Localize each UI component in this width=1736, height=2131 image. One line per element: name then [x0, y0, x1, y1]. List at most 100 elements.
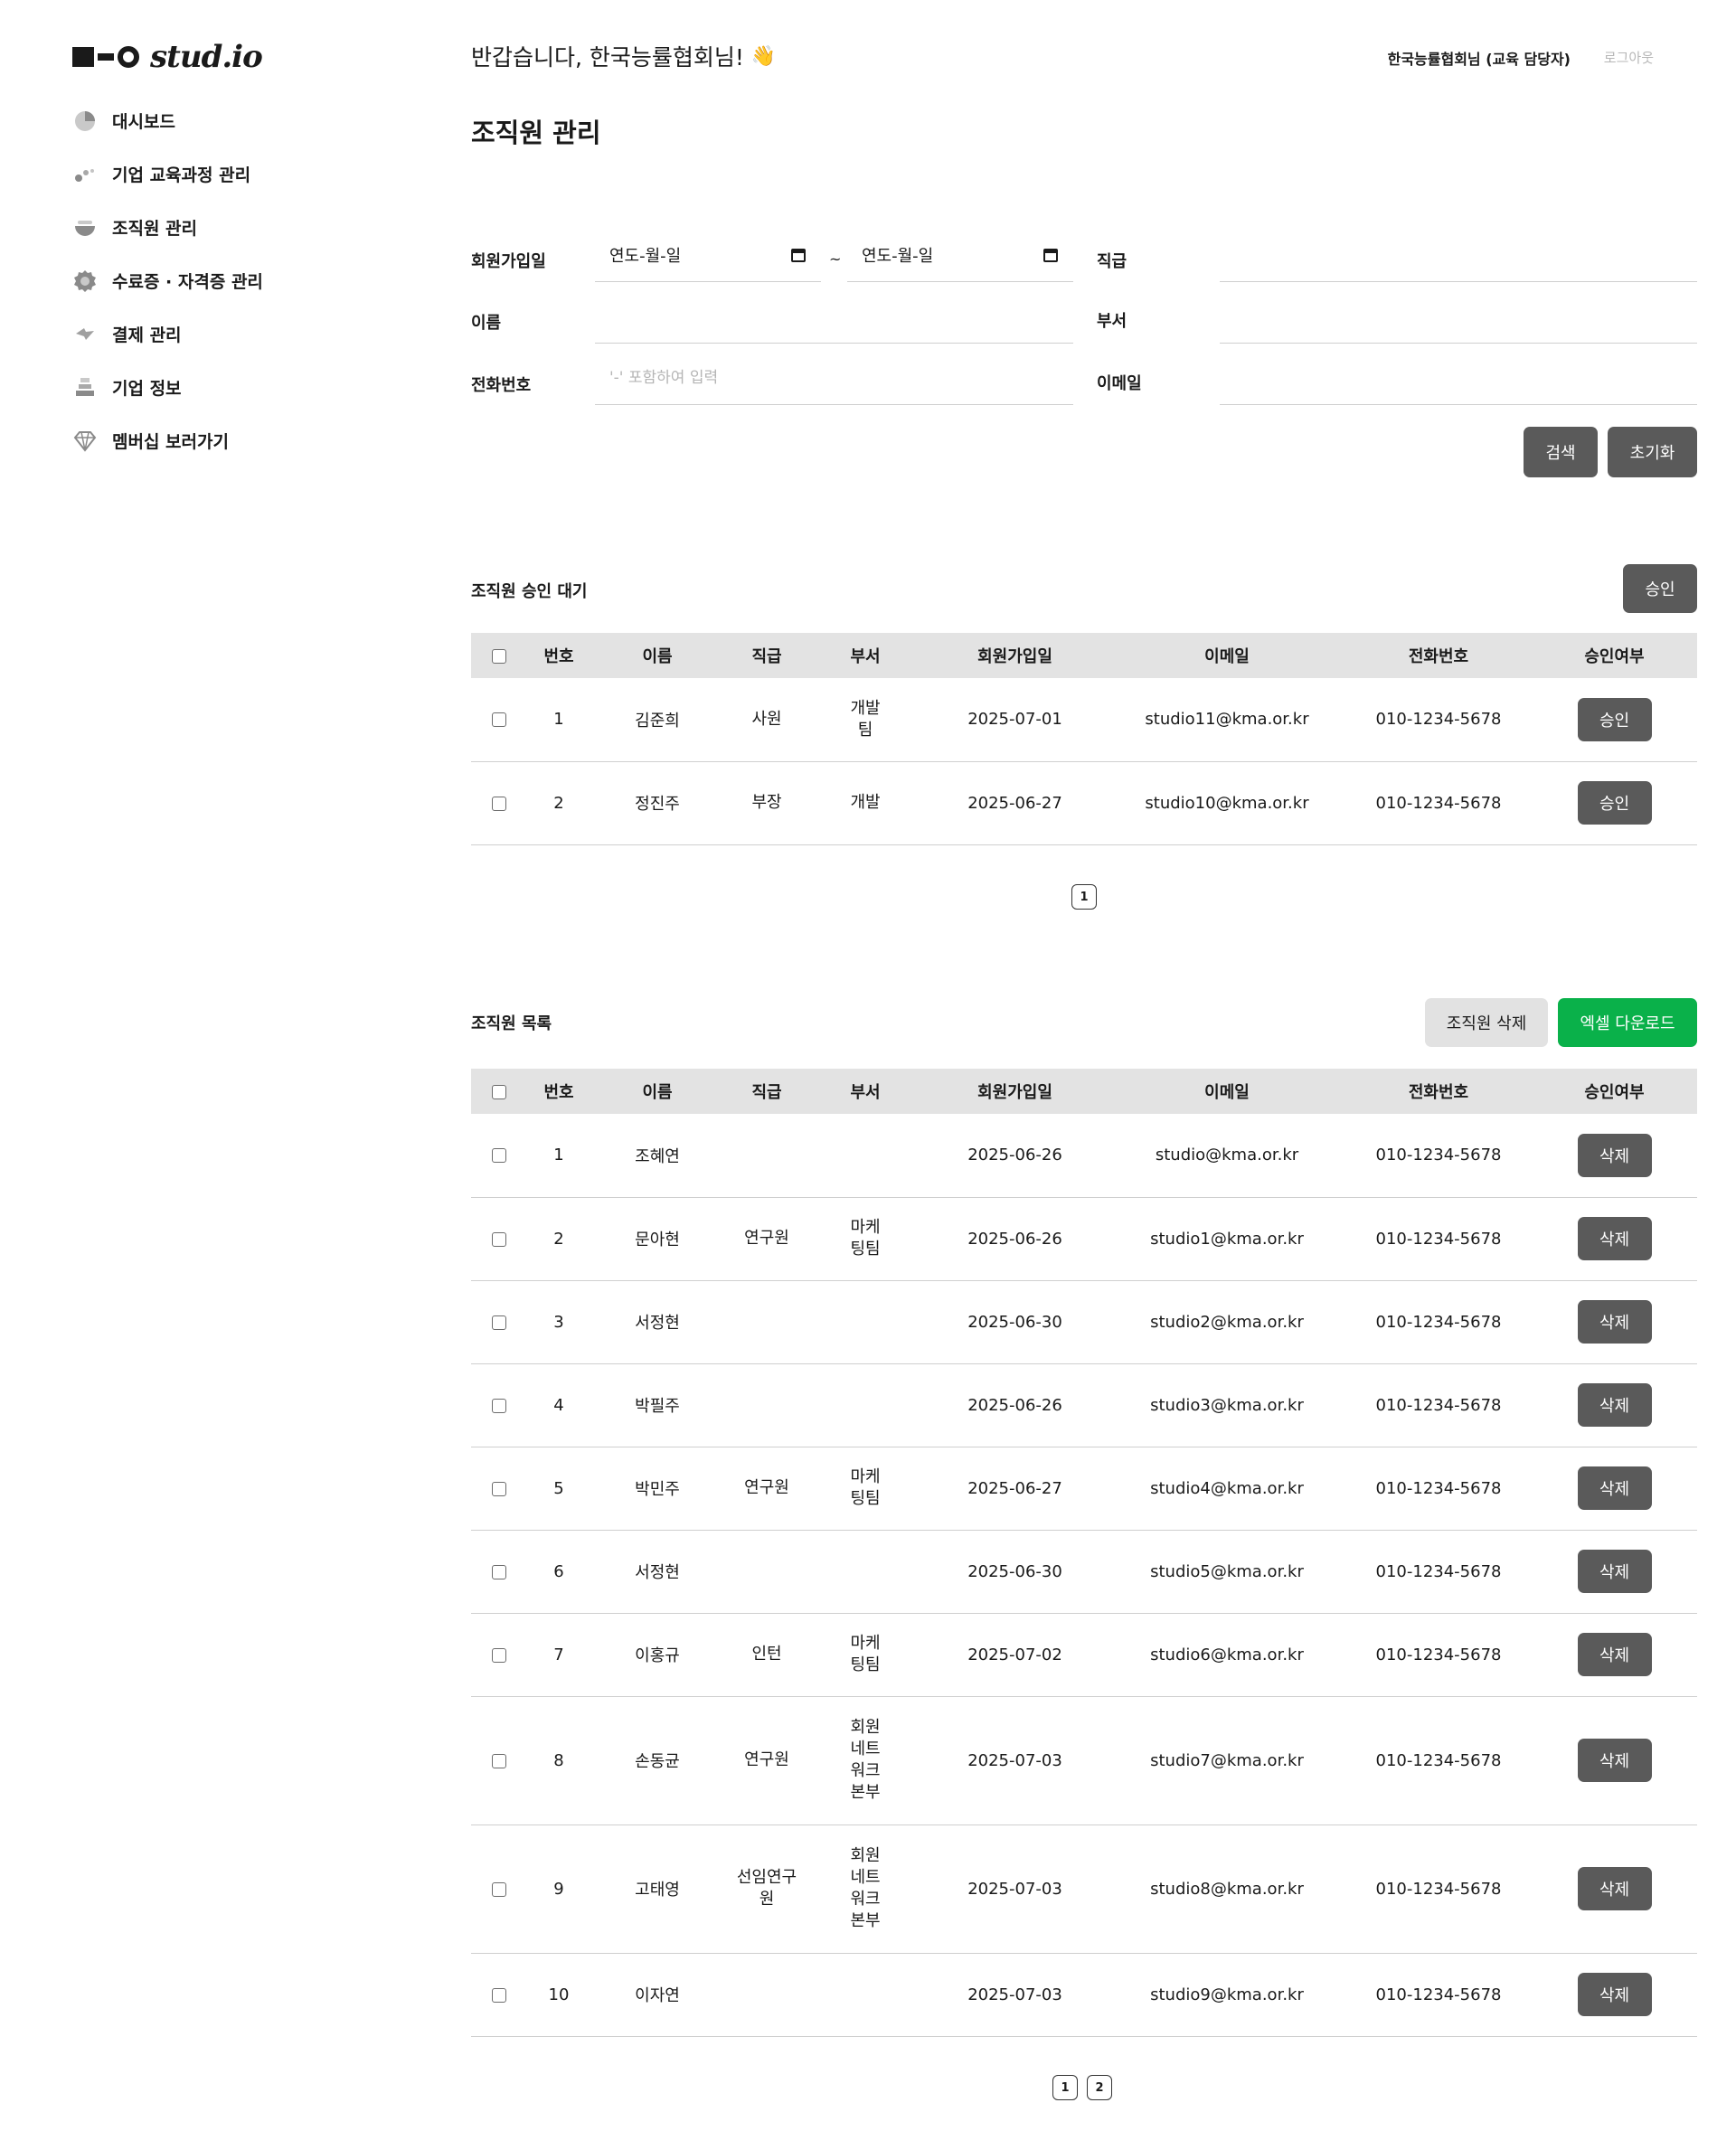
waving-hand-icon: 👋 — [750, 44, 777, 68]
row-email: studio7@kma.or.kr — [1109, 1696, 1345, 1825]
sidebar-item-certificates[interactable]: 수료증 · 자격증 관리 — [72, 254, 398, 307]
row-approve-button[interactable]: 승인 — [1577, 697, 1652, 741]
row-checkbox[interactable] — [492, 712, 506, 728]
column-header: 전화번호 — [1408, 647, 1469, 666]
row-delete-button[interactable]: 삭제 — [1577, 1973, 1652, 2016]
row-join-date: 2025-07-03 — [921, 1953, 1109, 2037]
row-checkbox[interactable] — [492, 1315, 506, 1330]
members-section-title: 조직원 목록 — [471, 1014, 552, 1033]
sidebar-item-members[interactable]: 조직원 관리 — [72, 201, 398, 254]
row-action-cell: 삭제 — [1532, 1530, 1697, 1614]
row-phone: 010-1234-5678 — [1345, 1696, 1532, 1825]
row-position — [724, 1953, 809, 2037]
row-action-cell: 삭제 — [1532, 1825, 1697, 1954]
phone-input[interactable] — [595, 351, 1073, 405]
sidebar-item-label: 결제 관리 — [112, 325, 182, 345]
row-checkbox[interactable] — [492, 1987, 506, 2003]
logo[interactable]: stud.io — [72, 36, 398, 78]
sidebar-item-label: 기업 정보 — [112, 379, 182, 399]
row-delete-button[interactable]: 삭제 — [1577, 1133, 1652, 1177]
row-checkbox[interactable] — [492, 1231, 506, 1247]
row-select-cell — [471, 678, 527, 762]
row-delete-button[interactable]: 삭제 — [1577, 1739, 1652, 1782]
row-select-cell — [471, 1825, 527, 1954]
row-checkbox[interactable] — [492, 1564, 506, 1579]
sidebar-item-courses[interactable]: 기업 교육과정 관리 — [72, 147, 398, 201]
select-all-checkbox[interactable] — [492, 648, 506, 664]
sidebar-item-payments[interactable]: 결제 관리 — [72, 307, 398, 361]
column-header: 이메일 — [1204, 647, 1250, 666]
sidebar-item-label: 기업 교육과정 관리 — [112, 165, 251, 185]
row-delete-button[interactable]: 삭제 — [1577, 1217, 1652, 1260]
delete-members-button[interactable]: 조직원 삭제 — [1425, 998, 1548, 1047]
row-checkbox[interactable] — [492, 796, 506, 811]
row-checkbox[interactable] — [492, 1647, 506, 1663]
dept-line: 본부 — [850, 1783, 881, 1802]
row-email: studio6@kma.or.kr — [1109, 1613, 1345, 1697]
name-input[interactable] — [595, 289, 1073, 344]
date-to-input[interactable]: 연도-월-일 — [847, 228, 1073, 282]
row-phone: 010-1234-5678 — [1345, 1613, 1532, 1697]
sidebar-item-company[interactable]: 기업 정보 — [72, 361, 398, 414]
row-delete-button[interactable]: 삭제 — [1577, 1550, 1652, 1593]
column-header: 부서 — [850, 647, 881, 666]
row-join-date: 2025-07-03 — [921, 1825, 1109, 1954]
row-position — [724, 1114, 809, 1198]
row-phone: 010-1234-5678 — [1345, 1363, 1532, 1447]
page-button[interactable]: 2 — [1087, 2075, 1112, 2100]
page-button[interactable]: 1 — [1052, 2075, 1078, 2100]
column-header: 직급 — [751, 647, 782, 666]
sidebar-item-label: 멤버십 보러가기 — [112, 432, 229, 452]
row-dept — [809, 1114, 921, 1198]
row-checkbox[interactable] — [492, 1881, 506, 1897]
sidebar-item-membership[interactable]: 멤버십 보러가기 — [72, 414, 398, 467]
row-approve-button[interactable]: 승인 — [1577, 781, 1652, 825]
logout-link[interactable]: 로그아웃 — [1604, 48, 1654, 67]
row-checkbox[interactable] — [492, 1753, 506, 1768]
row-checkbox[interactable] — [492, 1398, 506, 1413]
row-position: 인턴 — [724, 1613, 809, 1697]
row-checkbox[interactable] — [492, 1481, 506, 1496]
logo-text: stud.io — [150, 39, 263, 75]
row-delete-button[interactable]: 삭제 — [1577, 1383, 1652, 1427]
dept-line: 마케 — [850, 1218, 881, 1237]
position-input[interactable] — [1220, 228, 1697, 282]
row-number: 4 — [527, 1363, 590, 1447]
diamond-icon — [72, 429, 98, 454]
column-header: 이름 — [642, 647, 673, 666]
row-name: 김준희 — [590, 678, 724, 762]
row-checkbox[interactable] — [492, 1148, 506, 1164]
filter-row-phone: 전화번호 이메일 — [471, 351, 1697, 414]
dept-input[interactable] — [1220, 289, 1697, 344]
row-email: studio4@kma.or.kr — [1109, 1447, 1345, 1531]
sidebar-item-dashboard[interactable]: 대시보드 — [72, 94, 398, 147]
page-button[interactable]: 1 — [1071, 884, 1097, 910]
date-from-input[interactable]: 연도-월-일 — [595, 228, 821, 282]
row-delete-button[interactable]: 삭제 — [1577, 1633, 1652, 1676]
row-position — [724, 1363, 809, 1447]
page-title: 조직원 관리 — [471, 118, 601, 148]
row-email: studio11@kma.or.kr — [1109, 678, 1345, 762]
dept-line: 회원 — [850, 1846, 881, 1865]
reset-button[interactable]: 초기화 — [1608, 427, 1697, 477]
join-date-label: 회원가입일 — [471, 252, 546, 271]
dept-line: 본부 — [850, 1911, 881, 1930]
row-email: studio8@kma.or.kr — [1109, 1825, 1345, 1954]
row-delete-button[interactable]: 삭제 — [1577, 1300, 1652, 1344]
select-all-checkbox[interactable] — [492, 1084, 506, 1099]
excel-download-button[interactable]: 엑셀 다운로드 — [1558, 998, 1697, 1047]
table-row: 3 서정현 2025-06-30 studio2@kma.or.kr 010-1234-… — [471, 1280, 1697, 1364]
approve-selected-button[interactable]: 승인 — [1623, 564, 1697, 613]
row-delete-button[interactable]: 삭제 — [1577, 1466, 1652, 1510]
search-button[interactable]: 검색 — [1524, 427, 1598, 477]
table-row: 5 박민주 연구원 마케 팅팀 2025-06-27 studio4@kma.or.kr 01… — [471, 1447, 1697, 1531]
email-input[interactable] — [1220, 351, 1697, 405]
row-name: 이홍규 — [590, 1613, 724, 1697]
badge-icon — [72, 269, 98, 294]
table-header: 번호 이름 직급 부서 회원가입일 이메일 전화번호 승인여부 — [471, 1069, 1697, 1114]
row-action-cell: 삭제 — [1532, 1280, 1697, 1364]
row-delete-button[interactable]: 삭제 — [1577, 1867, 1652, 1910]
row-select-cell — [471, 1613, 527, 1697]
row-name: 서정현 — [590, 1530, 724, 1614]
row-select-cell — [471, 1363, 527, 1447]
